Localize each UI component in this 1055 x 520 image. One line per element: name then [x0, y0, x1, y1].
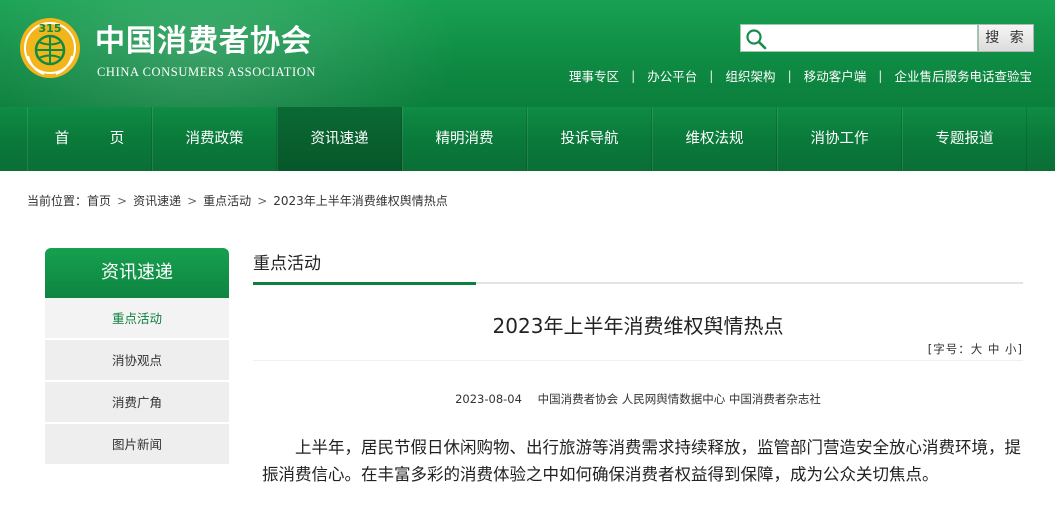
nav-item-complaint-guide[interactable]: 投诉导航	[527, 107, 652, 171]
top-link-mobile[interactable]: 移动客户端	[804, 66, 867, 85]
top-link-service-lookup[interactable]: 企业售后服务电话查验宝	[894, 66, 1032, 85]
article-date: 2023-08-04	[455, 392, 522, 406]
nav-item-association-work[interactable]: 消协工作	[777, 107, 902, 171]
breadcrumb-prefix: 当前位置：	[27, 194, 88, 208]
breadcrumb-separator: >	[257, 193, 268, 208]
nav-item-policy[interactable]: 消费政策	[152, 107, 277, 171]
top-link-council[interactable]: 理事专区	[569, 66, 619, 85]
search-icon	[746, 29, 767, 50]
search-input[interactable]	[771, 27, 971, 49]
site-title[interactable]: 中国消费者协会	[95, 24, 312, 60]
breadcrumb-separator: >	[187, 193, 198, 208]
search-box	[740, 24, 978, 52]
breadcrumb-item-key-activities[interactable]: 重点活动	[203, 192, 251, 209]
breadcrumb-separator: >	[117, 193, 128, 208]
link-separator: |	[878, 68, 883, 83]
site-subtitle: CHINA CONSUMERS ASSOCIATION	[97, 65, 317, 79]
site-header: 315 中国消费者协会 CHINA CONSUMERS ASSOCIATION …	[0, 0, 1055, 107]
article-sources: 中国消费者协会 人民网舆情数据中心 中国消费者杂志社	[537, 392, 821, 406]
link-separator: |	[631, 68, 636, 83]
font-size-control[interactable]: [字号：大 中 小]	[928, 341, 1023, 357]
sidebar-item-consumption-angle[interactable]: 消费广角	[45, 382, 229, 424]
section-title: 重点活动	[253, 254, 321, 274]
nav-item-regulations[interactable]: 维权法规	[652, 107, 777, 171]
nav-item-special-reports[interactable]: 专题报道	[902, 107, 1027, 171]
sidebar-item-viewpoints[interactable]: 消协观点	[45, 340, 229, 382]
article-meta: 2023-08-04 中国消费者协会 人民网舆情数据中心 中国消费者杂志社	[253, 391, 1023, 407]
main-nav: 首 页 消费政策 资讯速递 精明消费 投诉导航 维权法规 消协工作 专题报道	[0, 107, 1055, 171]
search-button[interactable]: 搜 索	[978, 24, 1034, 52]
meta-divider	[253, 360, 1023, 361]
top-links: 理事专区 | 办公平台 | 组织架构 | 移动客户端 | 企业售后服务电话查验宝	[569, 66, 1032, 85]
breadcrumb-item-home[interactable]: 首页	[87, 192, 111, 209]
sidebar-item-key-activities[interactable]: 重点活动	[45, 298, 229, 340]
breadcrumb: 当前位置： 首页 > 资讯速递 > 重点活动 > 2023年上半年消费维权舆情热…	[27, 192, 448, 209]
sidebar-item-photo-news[interactable]: 图片新闻	[45, 424, 229, 466]
nav-item-home[interactable]: 首 页	[27, 107, 152, 171]
sidebar: 资讯速递 重点活动 消协观点 消费广角 图片新闻	[45, 248, 229, 466]
sidebar-title: 资讯速递	[45, 248, 229, 298]
nav-item-smart-consumption[interactable]: 精明消费	[402, 107, 527, 171]
breadcrumb-item-news[interactable]: 资讯速递	[133, 192, 181, 209]
top-link-organization[interactable]: 组织架构	[726, 66, 776, 85]
breadcrumb-item-current: 2023年上半年消费维权舆情热点	[273, 194, 448, 208]
article-body: 上半年，居民节假日休闲购物、出行旅游等消费需求持续释放，监管部门营造安全放心消费…	[262, 438, 1021, 484]
top-link-office[interactable]: 办公平台	[647, 66, 697, 85]
cca-logo-icon[interactable]: 315	[18, 16, 82, 80]
svg-text:315: 315	[39, 22, 62, 35]
link-separator: |	[787, 68, 792, 83]
link-separator: |	[709, 68, 714, 83]
section-divider-accent	[253, 282, 476, 285]
nav-item-news[interactable]: 资讯速递	[277, 107, 402, 171]
article-title: 2023年上半年消费维权舆情热点	[492, 314, 784, 338]
main-nav-items: 首 页 消费政策 资讯速递 精明消费 投诉导航 维权法规 消协工作 专题报道	[27, 107, 1027, 171]
